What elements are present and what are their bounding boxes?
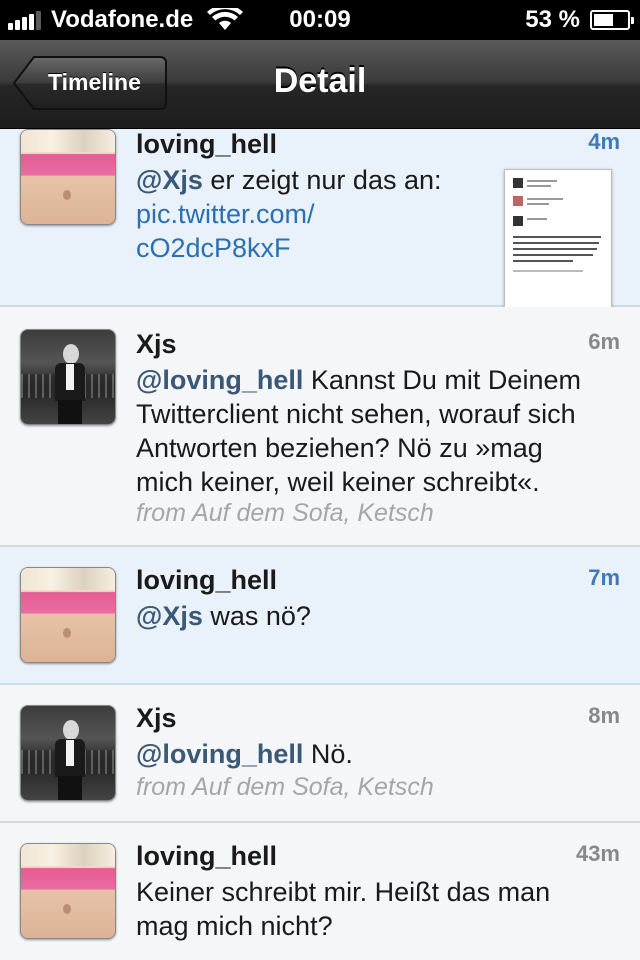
tweet-text-part: Antworten beziehen? Nö zu »mag: [136, 433, 543, 463]
mention-link[interactable]: @Xjs: [136, 165, 203, 195]
tweet-row[interactable]: Xjs 8m @loving_hell Nö. from Auf dem Sof…: [0, 685, 640, 823]
navigation-bar: Timeline Detail: [0, 40, 640, 129]
tweet-text-part: er zeigt nur das an:: [202, 165, 442, 195]
tweet-text-part: mag mich nicht?: [136, 911, 333, 941]
tweet-text: @loving_hell Kannst Du mit Deinem Twitte…: [136, 363, 581, 499]
tweet-time: 8m: [588, 703, 620, 728]
status-right: 53 %: [525, 6, 634, 34]
tweet-text: @Xjs was nö?: [136, 599, 311, 633]
status-bar: Vodafone.de 00:09 53 %: [0, 0, 640, 40]
tweet-row[interactable]: loving_hell 7m @Xjs was nö?: [0, 547, 640, 685]
tweet-list: loving_hell 4m @Xjs er zeigt nur das an:…: [0, 129, 640, 960]
tweet-link[interactable]: pic.twitter.com/: [136, 199, 315, 229]
tweet-username: loving_hell: [136, 565, 278, 595]
tweet-text: @loving_hell Nö.: [136, 737, 353, 771]
tweet-text-part: mich keiner, weil keiner schreibt«.: [136, 467, 540, 497]
tweet-text-part: Keiner schreibt mir. Heißt das man: [136, 877, 551, 907]
battery-percent: 53 %: [525, 6, 580, 33]
battery-icon: [590, 10, 634, 30]
tweet-row[interactable]: Xjs 6m @loving_hell Kannst Du mit Deinem…: [0, 307, 640, 547]
tweet-text-part: was nö?: [202, 601, 311, 631]
tweet-text-part: Kannst Du mit Deinem: [303, 365, 581, 395]
tweet-source: from Auf dem Sofa, Ketsch: [136, 773, 434, 801]
tweet-time: 6m: [588, 329, 620, 354]
tweet-text-part: Nö.: [303, 739, 353, 769]
tweet-time: 7m: [588, 565, 620, 590]
tweet-username: Xjs: [136, 329, 177, 359]
avatar[interactable]: [20, 843, 116, 939]
page-title: Detail: [273, 62, 367, 100]
tweet-row[interactable]: loving_hell 43m Keiner schreibt mir. Hei…: [0, 823, 640, 960]
avatar[interactable]: [20, 129, 116, 225]
avatar[interactable]: [20, 567, 116, 663]
tweet-username: Xjs: [136, 703, 177, 733]
tweet-time: 43m: [575, 841, 620, 866]
tweet-text-part: Twitterclient nicht sehen, worauf sich: [136, 399, 576, 429]
mention-link[interactable]: @loving_hell: [136, 739, 303, 769]
tweet-username: loving_hell: [136, 129, 278, 159]
mention-link[interactable]: @loving_hell: [136, 365, 303, 395]
avatar[interactable]: [20, 705, 116, 801]
tweet-row[interactable]: loving_hell 4m @Xjs er zeigt nur das an:…: [0, 129, 640, 309]
tweet-link-cont[interactable]: cO2dcP8kxF: [136, 233, 291, 263]
tweet-time: 4m: [588, 129, 620, 154]
tweet-source: from Auf dem Sofa, Ketsch: [136, 499, 434, 527]
tweet-username: loving_hell: [136, 841, 278, 871]
tweet-text: Keiner schreibt mir. Heißt das man mag m…: [136, 875, 550, 943]
tweet-text: @Xjs er zeigt nur das an: pic.twitter.co…: [136, 163, 442, 265]
image-thumbnail[interactable]: [504, 169, 612, 309]
avatar[interactable]: [20, 329, 116, 425]
mention-link[interactable]: @Xjs: [136, 601, 203, 631]
